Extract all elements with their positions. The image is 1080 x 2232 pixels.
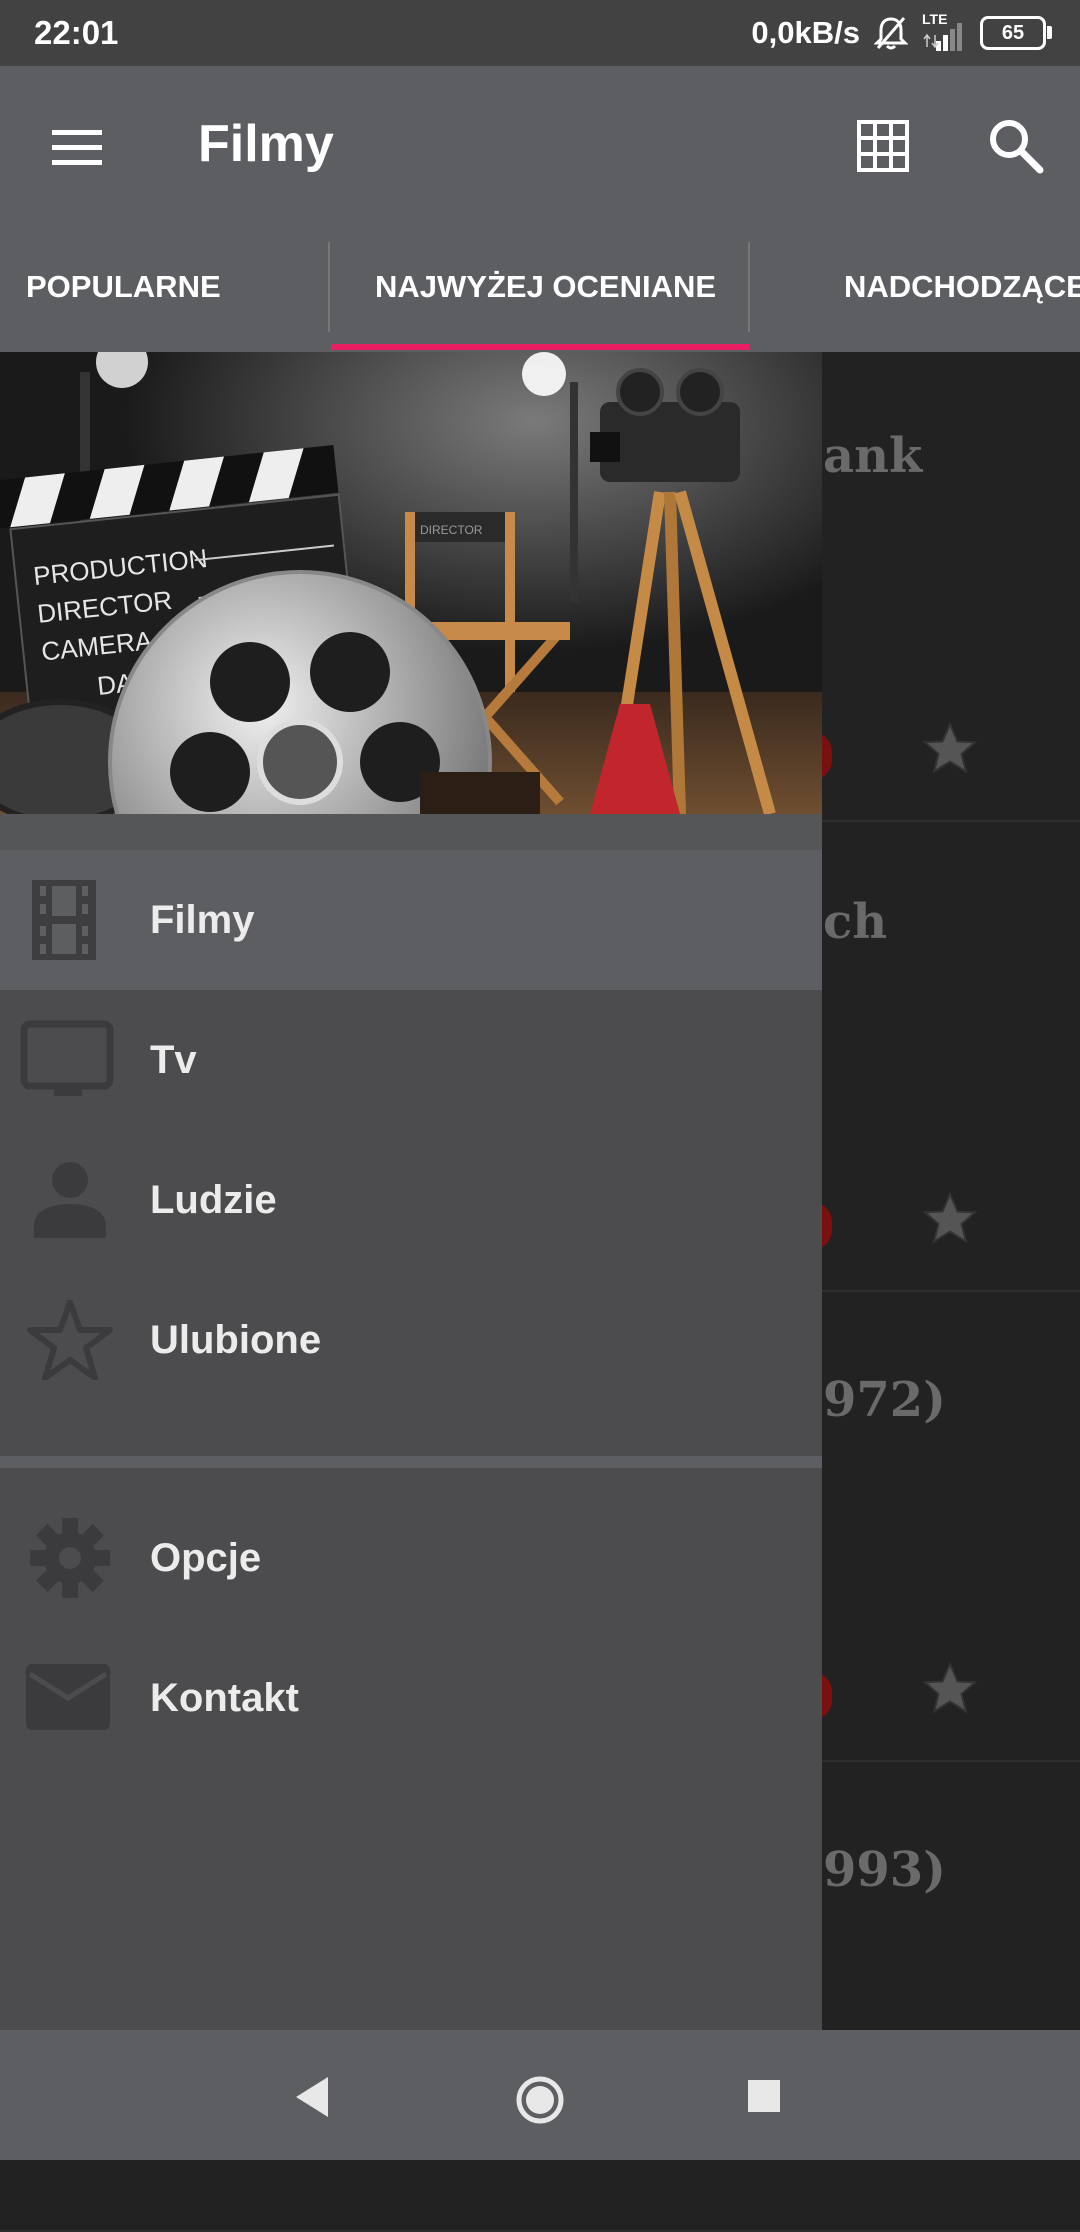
back-icon[interactable] bbox=[292, 2075, 332, 2119]
star-icon[interactable] bbox=[920, 1189, 980, 1249]
drawer-item-tv[interactable]: Tv bbox=[0, 990, 822, 1130]
status-indicators: 0,0kB/s LTE 65 bbox=[751, 11, 1052, 54]
movie-title: 972) bbox=[823, 1372, 946, 1428]
tab-bar: POPULARNE NAJWYŻEJ OCENIANE NADCHODZĄCE bbox=[0, 222, 1080, 352]
navigation-drawer: DIRECTOR PRODUCTION DIRECTOR CAMERA DATE bbox=[0, 352, 822, 2030]
tab-nadchodzace[interactable]: NADCHODZĄCE bbox=[844, 222, 1080, 352]
bell-off-icon bbox=[874, 17, 908, 50]
tab-label: NAJWYŻEJ OCENIANE bbox=[375, 269, 717, 304]
network-speed: 0,0kB/s bbox=[751, 15, 860, 50]
drawer-item-label: Kontakt bbox=[150, 1675, 299, 1720]
tab-divider bbox=[328, 242, 330, 332]
drawer-item-label: Opcje bbox=[150, 1535, 262, 1580]
movie-film-icon bbox=[32, 880, 96, 960]
status-bar: 22:01 0,0kB/s LTE 65 bbox=[0, 0, 1080, 66]
movie-title: 993) bbox=[823, 1842, 946, 1898]
tv-icon bbox=[20, 1020, 114, 1096]
tab-label: POPULARNE bbox=[26, 269, 221, 304]
signal-indicator: LTE bbox=[922, 11, 966, 53]
search-icon[interactable] bbox=[984, 114, 1048, 178]
drawer-item-ludzie[interactable]: Ludzie bbox=[0, 1130, 822, 1270]
tab-selected-indicator bbox=[331, 344, 749, 350]
battery-icon: 65 bbox=[980, 16, 1052, 50]
tab-najwyzej-oceniane[interactable]: NAJWYŻEJ OCENIANE bbox=[375, 222, 716, 352]
movie-title: ank bbox=[823, 428, 923, 484]
star-outline-icon bbox=[27, 1300, 113, 1380]
drawer-item-label: Ludzie bbox=[150, 1177, 277, 1222]
header-spacer bbox=[0, 814, 822, 850]
toolbar-title: Filmy bbox=[198, 115, 334, 173]
movie-title: ch bbox=[823, 894, 888, 950]
chair-text: DIRECTOR bbox=[420, 523, 483, 537]
drawer-item-label: Filmy bbox=[150, 897, 255, 942]
status-time: 22:01 bbox=[34, 14, 119, 51]
gear-icon bbox=[30, 1518, 110, 1598]
drawer-item-filmy[interactable]: Filmy bbox=[0, 850, 822, 990]
drawer-item-opcje[interactable]: Opcje bbox=[0, 1488, 822, 1628]
network-type: LTE bbox=[922, 11, 948, 27]
tab-label: NADCHODZĄCE bbox=[844, 269, 1080, 304]
drawer-item-ulubione[interactable]: Ulubione bbox=[0, 1270, 822, 1410]
star-icon[interactable] bbox=[920, 719, 980, 779]
home-icon[interactable] bbox=[514, 2074, 566, 2126]
drawer-item-kontakt[interactable]: Kontakt bbox=[0, 1628, 822, 1768]
drawer-item-label: Tv bbox=[150, 1037, 197, 1082]
drawer-item-label: Ulubione bbox=[150, 1317, 322, 1362]
grid-view-icon[interactable] bbox=[853, 116, 913, 176]
drawer-header-image: DIRECTOR PRODUCTION DIRECTOR CAMERA DATE bbox=[0, 352, 822, 814]
mail-icon bbox=[26, 1664, 110, 1730]
battery-level: 65 bbox=[1001, 21, 1025, 44]
star-icon[interactable] bbox=[920, 1659, 980, 1719]
drawer-divider bbox=[0, 1456, 822, 1468]
cinema-scene-image: DIRECTOR PRODUCTION DIRECTOR CAMERA DATE bbox=[0, 352, 822, 814]
recents-icon[interactable] bbox=[746, 2078, 782, 2114]
tab-divider bbox=[748, 242, 750, 332]
tab-popularne[interactable]: POPULARNE bbox=[26, 222, 221, 352]
menu-icon[interactable] bbox=[48, 124, 106, 172]
person-icon bbox=[34, 1162, 106, 1238]
system-navigation-bar bbox=[0, 2030, 1080, 2160]
